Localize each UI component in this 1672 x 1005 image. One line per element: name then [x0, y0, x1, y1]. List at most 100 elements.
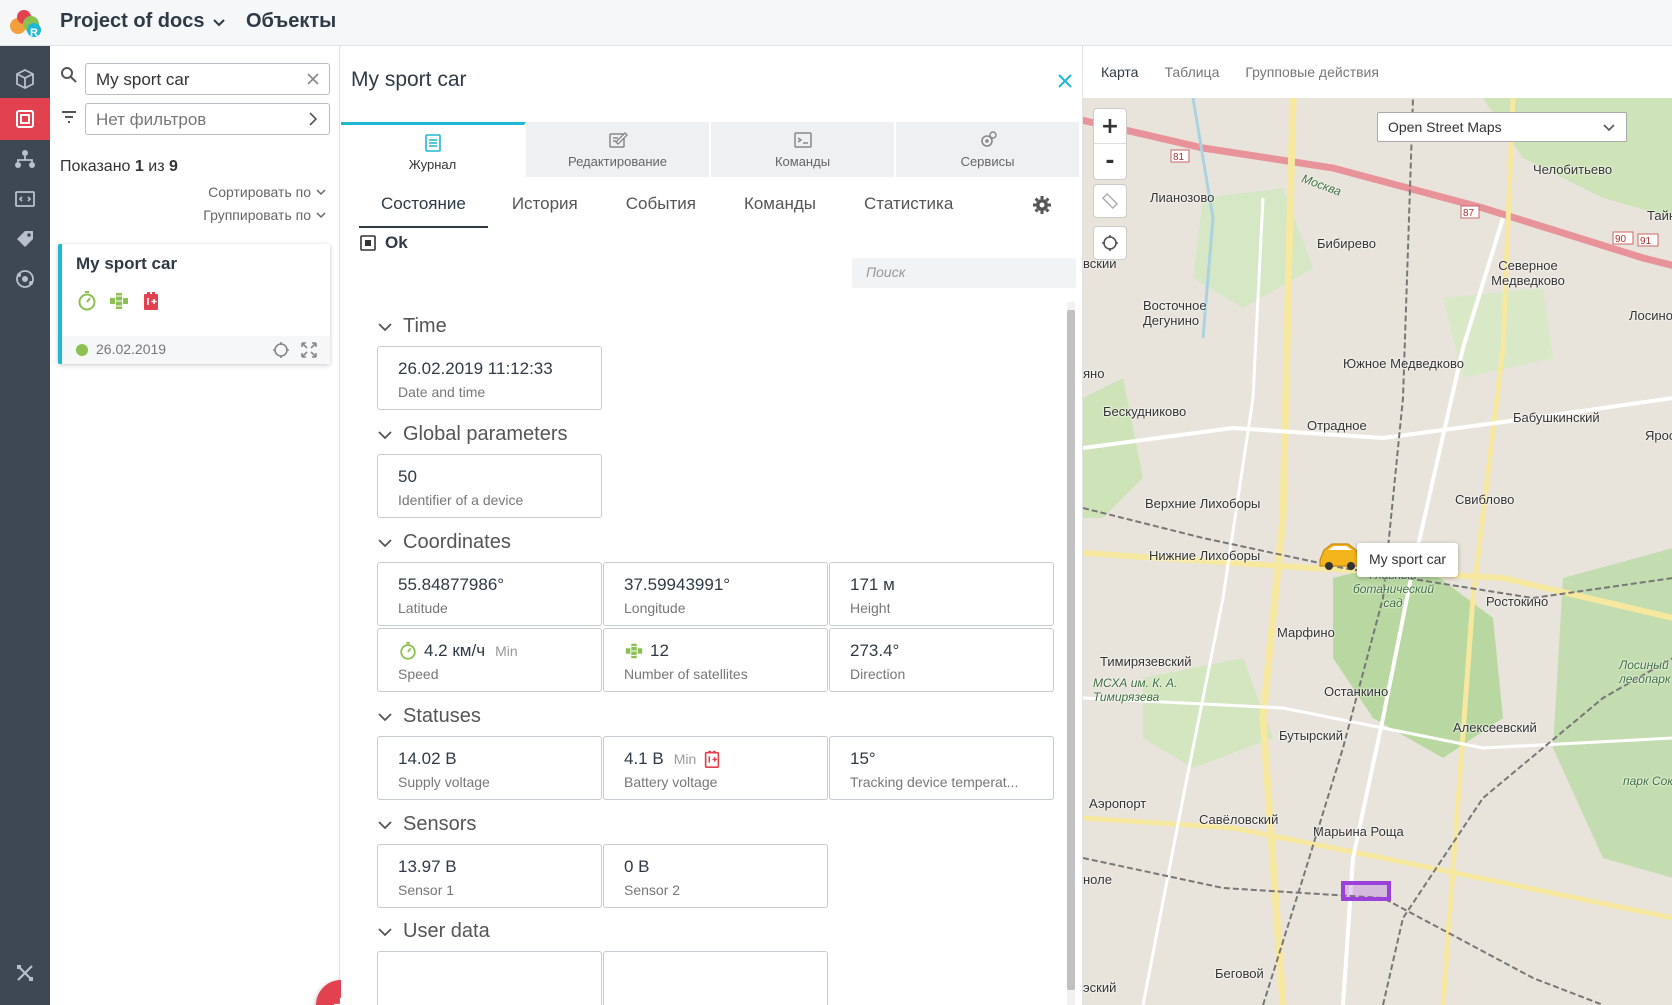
tab-journal-label: Журнал	[408, 157, 457, 172]
shown-of: из	[148, 158, 165, 175]
tab-table[interactable]: Таблица	[1164, 64, 1219, 80]
chevron-down-icon	[1603, 124, 1615, 132]
map-panel: Карта Таблица Групповые действия 81 87 9…	[1082, 46, 1672, 1005]
object-card-footer: 26.02.2019	[62, 336, 330, 364]
param-device-id: 50 Identifier of a device	[377, 454, 602, 518]
map-place-label: Южное Медведково	[1343, 356, 1464, 371]
svg-text:90: 90	[1615, 234, 1627, 245]
sidebar-item-tags[interactable]	[0, 218, 50, 260]
param-value: 14.02 В	[398, 749, 457, 768]
chevron-down-icon[interactable]	[212, 16, 226, 30]
map-place-label: Отрадное	[1307, 418, 1367, 433]
section-coordinates-title: Coordinates	[403, 531, 511, 553]
sidebar-item-code[interactable]	[0, 178, 50, 220]
object-card-date: 26.02.2019	[96, 341, 167, 357]
map-park-label: парк Сокольники	[1623, 774, 1672, 788]
state-subtabs: Состояние История События Команды Статис…	[359, 192, 977, 228]
search-input[interactable]: My sport car	[85, 63, 330, 95]
sort-dropdown[interactable]: Сортировать по	[208, 184, 327, 200]
map-place-label: Бибирево	[1317, 236, 1376, 251]
zoom-in-button[interactable]: +	[1094, 109, 1126, 144]
chevron-down-icon	[378, 820, 392, 829]
expand-icon[interactable]	[300, 341, 318, 359]
tab-journal[interactable]: Журнал	[341, 122, 526, 177]
code-icon	[15, 191, 35, 207]
shown-number: 1	[134, 158, 144, 175]
parameters-search-input[interactable]: Поиск	[852, 258, 1076, 288]
param-label: Battery voltage	[624, 774, 718, 790]
sidebar-item-cube[interactable]	[0, 58, 50, 100]
map-layer-select[interactable]: Open Street Maps	[1377, 112, 1627, 142]
sidebar-item-network[interactable]	[0, 258, 50, 300]
sidebar-item-tools[interactable]	[0, 952, 50, 994]
subtab-statistics[interactable]: Статистика	[840, 192, 977, 228]
tab-edit[interactable]: Редактирование	[526, 122, 711, 177]
tag-icon	[17, 231, 33, 247]
cube-icon	[16, 68, 34, 90]
tab-commands[interactable]: Команды	[711, 122, 896, 177]
object-card-indicators	[76, 290, 162, 312]
section-user-data-title: User data	[403, 920, 490, 942]
param-device-temperature: 15° Tracking device temperat...	[829, 736, 1054, 800]
clear-search-icon[interactable]	[305, 71, 321, 87]
map-place-label: яно	[1083, 366, 1105, 381]
param-user-field-2	[603, 951, 828, 1005]
main-sidebar	[0, 46, 50, 1005]
svg-text:87: 87	[1463, 208, 1475, 219]
filter-field[interactable]: Нет фильтров	[85, 103, 330, 135]
app-logo-icon[interactable]: R	[6, 6, 46, 40]
locate-me-button[interactable]	[1093, 226, 1127, 260]
car-marker-label[interactable]: My sport car	[1357, 543, 1459, 577]
param-value: 55.84877986°	[398, 575, 505, 594]
subtab-history[interactable]: История	[488, 192, 602, 228]
edit-icon	[608, 132, 628, 148]
object-card[interactable]: My sport car 26.02.2019	[58, 244, 330, 364]
subtab-events[interactable]: События	[602, 192, 720, 228]
tab-edit-label: Редактирование	[567, 154, 668, 169]
parameters-scrollbar-thumb[interactable]	[1067, 310, 1075, 990]
chevron-down-icon	[378, 712, 392, 721]
map-canvas[interactable]: 81 87 90 91 Лианозово Бибирево Челобитье…	[1083, 98, 1672, 1005]
param-label: Sensor 2	[624, 882, 681, 898]
map-highlight-area[interactable]	[1341, 881, 1391, 901]
map-park-label: МСХА им. К. А. Тимирязева	[1093, 676, 1178, 704]
section-time-title: Time	[403, 315, 447, 337]
project-selector[interactable]: Project of docs	[60, 10, 204, 33]
param-value: 0 В	[624, 857, 650, 876]
map-place-label: Бескудниково	[1103, 404, 1187, 419]
section-global[interactable]: Global parameters	[377, 423, 568, 446]
subtab-state[interactable]: Состояние	[359, 192, 488, 228]
locate-icon[interactable]	[272, 341, 290, 359]
tab-map[interactable]: Карта	[1101, 64, 1138, 80]
subtab-commands[interactable]: Команды	[720, 192, 840, 228]
close-icon[interactable]	[1056, 72, 1074, 90]
filter-placeholder: Нет фильтров	[96, 110, 207, 129]
section-statuses[interactable]: Statuses	[377, 705, 481, 728]
map-place-label: Савёловский	[1199, 812, 1279, 827]
ruler-button[interactable]	[1093, 184, 1127, 218]
gear-icon[interactable]	[1031, 194, 1053, 216]
group-dropdown[interactable]: Группировать по	[203, 207, 327, 223]
zoom-out-button[interactable]: -	[1094, 144, 1126, 179]
map-layer-value: Open Street Maps	[1388, 119, 1502, 135]
tab-services[interactable]: Сервисы	[896, 122, 1081, 177]
satellite-icon	[625, 643, 643, 659]
shown-total: 9	[168, 158, 178, 175]
section-coordinates[interactable]: Coordinates	[377, 531, 511, 554]
section-sensors[interactable]: Sensors	[377, 813, 476, 836]
tab-group-actions[interactable]: Групповые действия	[1245, 64, 1379, 80]
map-place-label: Яросл	[1645, 428, 1672, 443]
zoom-control: + -	[1093, 108, 1127, 180]
sidebar-item-objects[interactable]	[0, 98, 50, 140]
param-latitude: 55.84877986° Latitude	[377, 562, 602, 626]
map-place-label: Челобитьево	[1533, 162, 1613, 177]
objects-icon	[16, 110, 34, 128]
param-min-badge: Min	[673, 751, 697, 767]
section-time[interactable]: Time	[377, 315, 447, 338]
param-value: 12	[624, 641, 669, 661]
map-place-label: Северное Медведково	[1491, 258, 1565, 288]
map-place-label: эский	[1083, 980, 1117, 995]
section-user-data[interactable]: User data	[377, 920, 490, 943]
sidebar-item-hierarchy[interactable]	[0, 138, 50, 180]
param-value: 50	[398, 467, 417, 486]
